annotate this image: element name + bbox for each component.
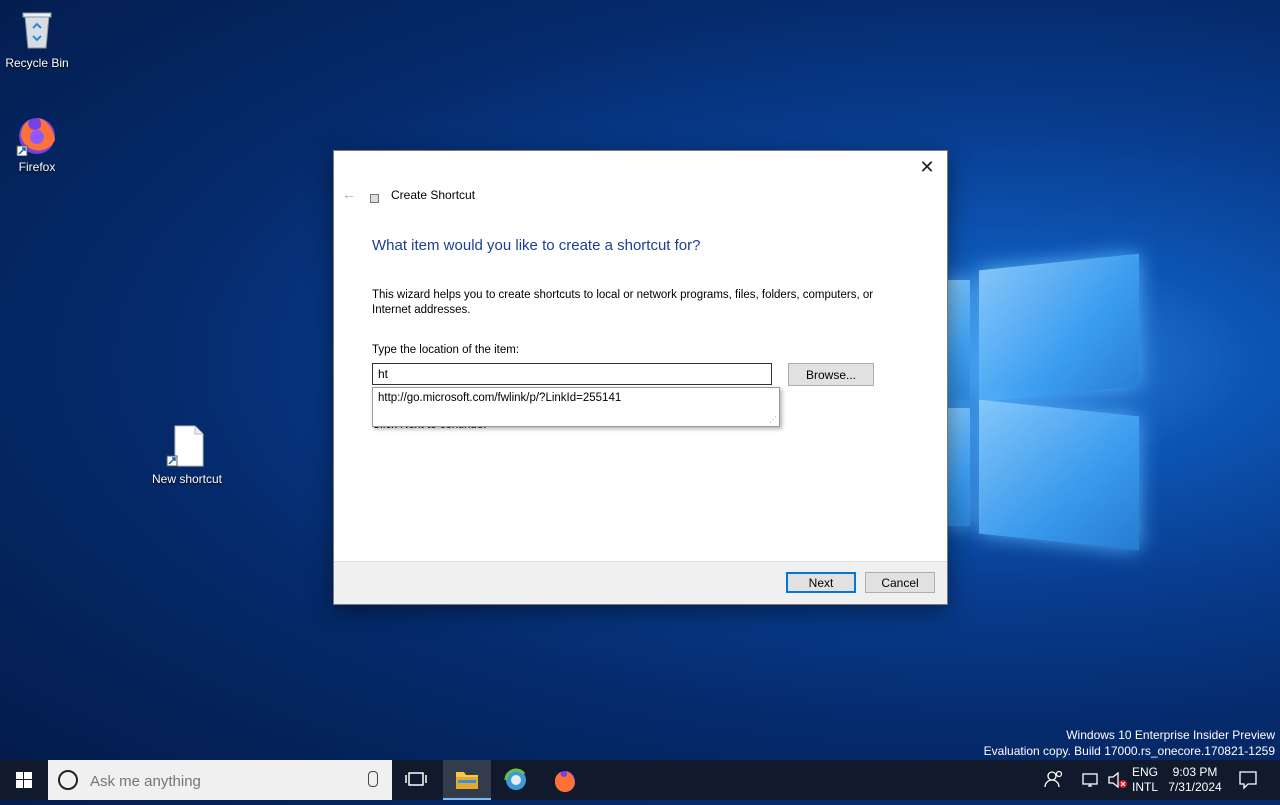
search-input[interactable] xyxy=(88,770,352,792)
search-box[interactable] xyxy=(48,760,392,800)
watermark-line: Windows 10 Enterprise Insider Preview xyxy=(1066,728,1275,742)
page-title: What item would you like to create a sho… xyxy=(372,237,701,254)
firefox-icon xyxy=(554,771,575,793)
desktop-icon-label: Firefox xyxy=(18,160,56,174)
watermark-line: Evaluation copy. Build 17000.rs_onecore.… xyxy=(983,744,1275,758)
desktop-icon-label: Recycle Bin xyxy=(5,56,69,70)
close-icon[interactable]: ✕ xyxy=(915,155,939,179)
file-explorer-button[interactable] xyxy=(443,760,491,800)
recycle-bin-icon xyxy=(15,8,59,52)
autocomplete-item[interactable]: http://go.microsoft.com/fwlink/p/?LinkId… xyxy=(373,388,779,408)
browse-button[interactable]: Browse... xyxy=(788,363,874,386)
clock[interactable]: 9:03 PM 7/31/2024 xyxy=(1164,765,1226,795)
dialog-footer: Next Cancel xyxy=(334,561,947,604)
back-arrow-icon[interactable]: ← xyxy=(342,186,356,202)
people-button[interactable] xyxy=(1032,760,1076,800)
wizard-description: This wizard helps you to create shortcut… xyxy=(372,289,874,316)
action-center-button[interactable] xyxy=(1232,760,1280,800)
evaluation-watermark: Windows 10 Enterprise Insider Preview Ev… xyxy=(984,727,1275,759)
shortcut-wizard-icon xyxy=(370,194,379,203)
shortcut-file-icon xyxy=(165,424,209,468)
clock-date: 7/31/2024 xyxy=(1168,780,1222,794)
browser-button[interactable] xyxy=(492,760,540,800)
keyboard-layout: INTL xyxy=(1131,780,1158,794)
create-shortcut-dialog: ✕ ← Create Shortcut What item would you … xyxy=(333,150,948,605)
volume-button[interactable] xyxy=(1104,760,1130,800)
location-label: Type the location of the item: xyxy=(372,344,520,356)
location-input[interactable] xyxy=(372,363,772,385)
clock-time: 9:03 PM xyxy=(1172,765,1218,779)
desktop-icon-label: New shortcut xyxy=(151,472,223,486)
people-icon xyxy=(1044,770,1063,788)
browser-icon xyxy=(504,768,526,790)
taskbar: ENG INTL 9:03 PM 7/31/2024 xyxy=(0,760,1280,800)
desktop-icon-recycle-bin[interactable]: Recycle Bin xyxy=(0,8,77,70)
task-view-button[interactable] xyxy=(392,760,440,800)
resize-grip-icon[interactable]: ⋰ xyxy=(769,416,777,424)
firefox-taskbar-button[interactable] xyxy=(541,760,589,800)
volume-muted-icon xyxy=(1108,771,1127,789)
firefox-icon xyxy=(15,112,59,157)
cortana-icon xyxy=(58,770,78,790)
network-icon xyxy=(1082,773,1098,787)
language-indicator[interactable]: ENG INTL xyxy=(1128,765,1162,795)
windows-start-icon xyxy=(16,772,32,788)
notification-icon xyxy=(1239,771,1257,790)
desktop-icon-new-shortcut[interactable]: New shortcut xyxy=(147,424,227,486)
network-button[interactable] xyxy=(1078,760,1104,800)
start-button[interactable] xyxy=(0,760,48,800)
autocomplete-dropdown: http://go.microsoft.com/fwlink/p/?LinkId… xyxy=(372,387,780,427)
wallpaper-windows-logo xyxy=(945,250,1140,551)
microphone-icon[interactable] xyxy=(368,771,378,787)
next-button[interactable]: Next xyxy=(786,572,856,593)
language-code: ENG xyxy=(1131,765,1158,779)
cancel-button[interactable]: Cancel xyxy=(865,572,935,593)
task-view-icon xyxy=(405,772,427,786)
folder-icon xyxy=(456,772,478,789)
wizard-title: Create Shortcut xyxy=(391,188,476,202)
desktop-icon-firefox[interactable]: Firefox xyxy=(0,112,77,174)
